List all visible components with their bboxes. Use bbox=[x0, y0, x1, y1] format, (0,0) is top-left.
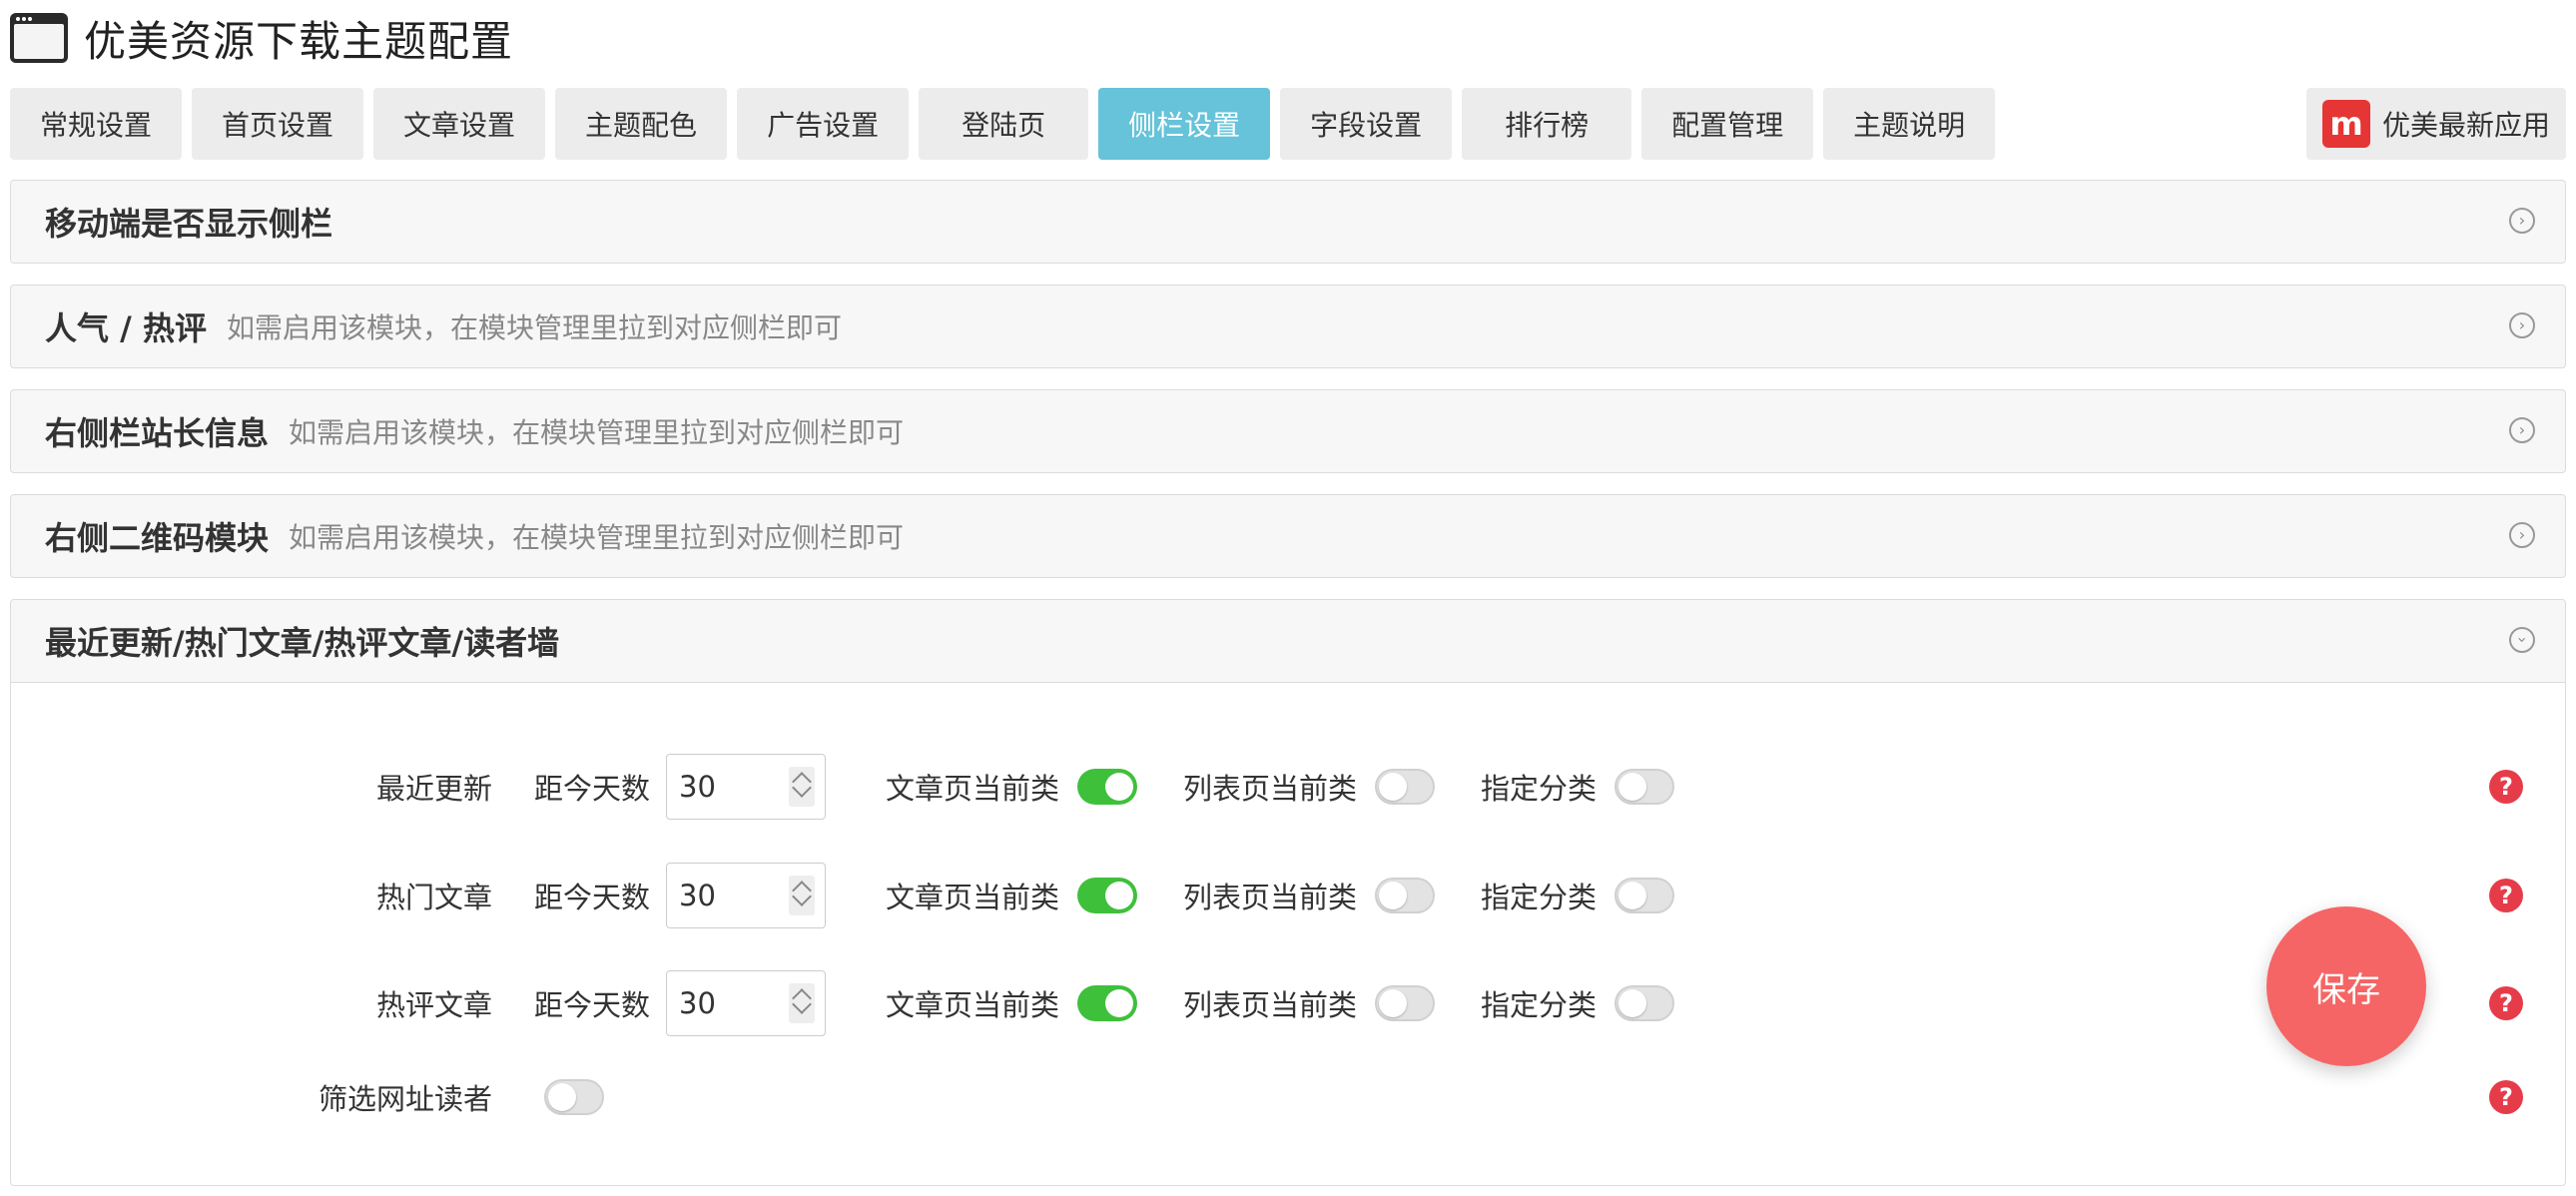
page-title: 优美资源下载主题配置 bbox=[84, 16, 514, 66]
days-label: 距今天数 bbox=[534, 988, 651, 1022]
chevron-right-icon: › bbox=[2509, 522, 2535, 548]
panel-mobile-sidebar[interactable]: 移动端是否显示侧栏 › bbox=[10, 180, 2566, 264]
category-label: 指定分类 bbox=[1481, 772, 1598, 806]
days-value: 30 bbox=[679, 879, 716, 912]
chevron-down-icon: › bbox=[2509, 627, 2535, 653]
tab-ranking[interactable]: 排行榜 bbox=[1462, 88, 1632, 160]
list-toggle-group: 列表页当前类 bbox=[1183, 875, 1436, 916]
days-group: 距今天数 30 bbox=[534, 970, 827, 1036]
list-toggle-group: 列表页当前类 bbox=[1183, 766, 1436, 808]
article-toggle-group: 文章页当前类 bbox=[886, 875, 1138, 916]
spinner-icon[interactable] bbox=[789, 767, 816, 807]
help-icon[interactable]: ? bbox=[2489, 770, 2523, 804]
window-icon bbox=[10, 13, 68, 63]
tab-login[interactable]: 登陆页 bbox=[919, 88, 1089, 160]
days-value: 30 bbox=[679, 986, 716, 1020]
category-toggle[interactable] bbox=[1614, 769, 1675, 805]
list-toggle[interactable] bbox=[1375, 985, 1436, 1021]
article-toggle[interactable] bbox=[1077, 985, 1138, 1021]
tab-ads[interactable]: 广告设置 bbox=[737, 88, 910, 160]
category-toggle-group: 指定分类 bbox=[1481, 766, 1675, 808]
latest-apps-label: 优美最新应用 bbox=[2381, 109, 2550, 142]
save-button[interactable]: 保存 bbox=[2266, 906, 2426, 1066]
row-label: 热门文章 bbox=[375, 881, 492, 914]
tab-theme-color[interactable]: 主题配色 bbox=[555, 88, 728, 160]
tab-article[interactable]: 文章设置 bbox=[373, 88, 546, 160]
filter-toggle-group bbox=[526, 1079, 604, 1115]
help-icon[interactable]: ? bbox=[2489, 879, 2523, 912]
page-header: 优美资源下载主题配置 bbox=[10, 8, 513, 68]
chevron-right-icon: › bbox=[2509, 417, 2535, 443]
panel-title: 右侧栏站长信息 bbox=[45, 414, 270, 452]
category-toggle-group: 指定分类 bbox=[1481, 875, 1675, 916]
help-icon[interactable]: ? bbox=[2489, 1080, 2523, 1114]
panel-title: 右侧二维码模块 bbox=[45, 519, 270, 557]
list-toggle-group: 列表页当前类 bbox=[1183, 982, 1436, 1024]
category-toggle-group: 指定分类 bbox=[1481, 982, 1675, 1024]
days-label: 距今天数 bbox=[534, 772, 651, 806]
panel-title: 移动端是否显示侧栏 bbox=[45, 205, 333, 243]
tab-fields[interactable]: 字段设置 bbox=[1280, 88, 1453, 160]
latest-apps-button[interactable]: m 优美最新应用 bbox=[2305, 88, 2566, 160]
setting-row-recent: 最近更新 距今天数 30 文章页当前类 列表页当前类 指定分类 ? bbox=[11, 754, 2565, 820]
panel-title: 最近更新/热门文章/热评文章/读者墙 bbox=[45, 624, 560, 662]
chevron-right-icon: › bbox=[2509, 312, 2535, 338]
panel-body: 最近更新 距今天数 30 文章页当前类 列表页当前类 指定分类 ? 热门文章 距… bbox=[10, 683, 2566, 1186]
setting-row-hot: 热门文章 距今天数 30 文章页当前类 列表页当前类 指定分类 ? bbox=[11, 863, 2565, 928]
setting-row-hot-comments: 热评文章 距今天数 30 文章页当前类 列表页当前类 指定分类 ? bbox=[11, 970, 2565, 1036]
panel-desc: 如需启用该模块，在模块管理里拉到对应侧栏即可 bbox=[289, 521, 905, 554]
tab-sidebar[interactable]: 侧栏设置 bbox=[1098, 88, 1271, 160]
days-group: 距今天数 30 bbox=[534, 754, 827, 820]
spinner-icon[interactable] bbox=[789, 876, 816, 915]
panel-owner-info[interactable]: 右侧栏站长信息 如需启用该模块，在模块管理里拉到对应侧栏即可 › bbox=[10, 389, 2566, 473]
days-label: 距今天数 bbox=[534, 881, 651, 914]
tab-theme-info[interactable]: 主题说明 bbox=[1823, 88, 1996, 160]
days-input[interactable]: 30 bbox=[666, 863, 827, 928]
row-label: 筛选网址读者 bbox=[318, 1082, 492, 1116]
panel-title: 人气 / 热评 bbox=[45, 309, 207, 347]
chevron-right-icon: › bbox=[2509, 208, 2535, 234]
row-label: 最近更新 bbox=[375, 772, 492, 806]
row-label: 热评文章 bbox=[375, 988, 492, 1022]
article-label: 文章页当前类 bbox=[886, 988, 1060, 1022]
settings-tabs: 常规设置 首页设置 文章设置 主题配色 广告设置 登陆页 侧栏设置 字段设置 排… bbox=[10, 88, 2005, 160]
article-label: 文章页当前类 bbox=[886, 881, 1060, 914]
help-icon[interactable]: ? bbox=[2489, 986, 2523, 1020]
list-toggle[interactable] bbox=[1375, 878, 1436, 913]
panel-desc: 如需启用该模块，在模块管理里拉到对应侧栏即可 bbox=[226, 311, 842, 344]
filter-readers-toggle[interactable] bbox=[544, 1079, 604, 1115]
article-toggle[interactable] bbox=[1077, 878, 1138, 913]
tab-general[interactable]: 常规设置 bbox=[10, 88, 183, 160]
tab-config-manage[interactable]: 配置管理 bbox=[1641, 88, 1814, 160]
app-logo-icon: m bbox=[2321, 100, 2370, 148]
article-toggle-group: 文章页当前类 bbox=[886, 766, 1138, 808]
article-label: 文章页当前类 bbox=[886, 772, 1060, 806]
panel-qrcode[interactable]: 右侧二维码模块 如需启用该模块，在模块管理里拉到对应侧栏即可 › bbox=[10, 494, 2566, 578]
tab-home[interactable]: 首页设置 bbox=[192, 88, 364, 160]
list-label: 列表页当前类 bbox=[1183, 881, 1358, 914]
setting-row-filter-readers: 筛选网址读者 ? bbox=[11, 1064, 2565, 1130]
days-group: 距今天数 30 bbox=[534, 863, 827, 928]
panel-popular-comments[interactable]: 人气 / 热评 如需启用该模块，在模块管理里拉到对应侧栏即可 › bbox=[10, 285, 2566, 368]
panel-desc: 如需启用该模块，在模块管理里拉到对应侧栏即可 bbox=[289, 416, 905, 449]
days-input[interactable]: 30 bbox=[666, 754, 827, 820]
category-label: 指定分类 bbox=[1481, 881, 1598, 914]
article-toggle[interactable] bbox=[1077, 769, 1138, 805]
panel-recent-hot[interactable]: 最近更新/热门文章/热评文章/读者墙 › bbox=[10, 599, 2566, 683]
list-label: 列表页当前类 bbox=[1183, 772, 1358, 806]
spinner-icon[interactable] bbox=[789, 983, 816, 1023]
category-toggle[interactable] bbox=[1614, 878, 1675, 913]
list-label: 列表页当前类 bbox=[1183, 988, 1358, 1022]
category-label: 指定分类 bbox=[1481, 988, 1598, 1022]
days-input[interactable]: 30 bbox=[666, 970, 827, 1036]
category-toggle[interactable] bbox=[1614, 985, 1675, 1021]
article-toggle-group: 文章页当前类 bbox=[886, 982, 1138, 1024]
list-toggle[interactable] bbox=[1375, 769, 1436, 805]
days-value: 30 bbox=[679, 770, 716, 804]
